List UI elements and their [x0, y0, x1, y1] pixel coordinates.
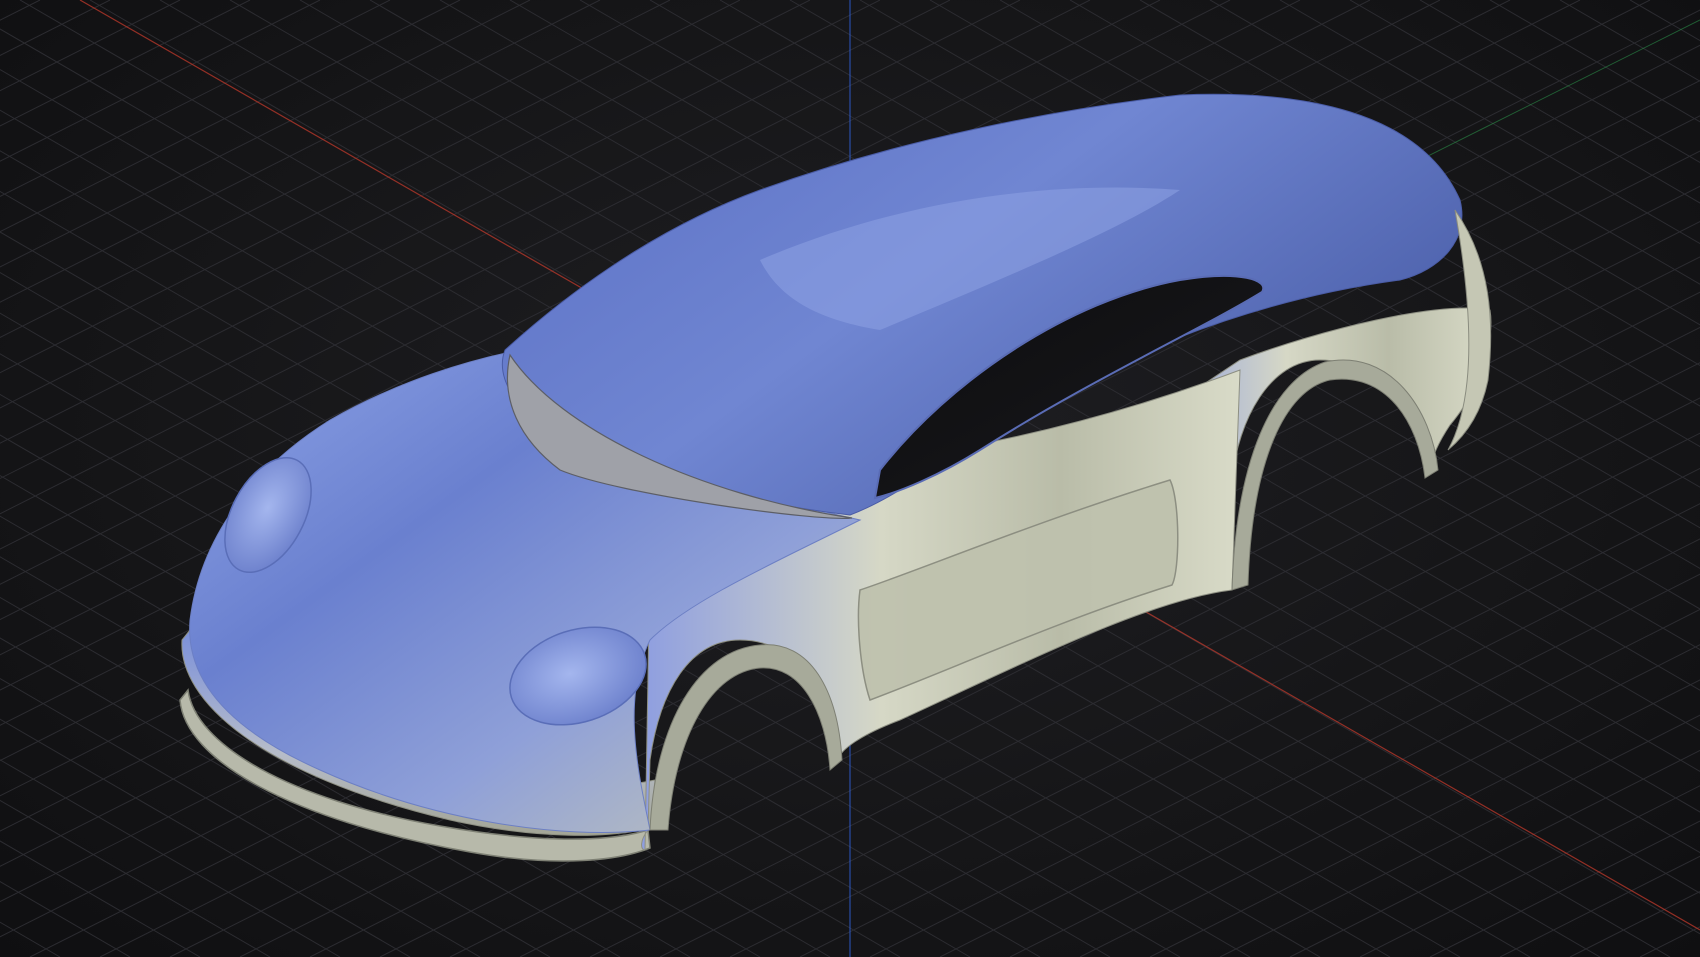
grid-line: [1639, 926, 1700, 957]
grid-line: [1499, 855, 1700, 957]
grid-line: [0, 0, 251, 127]
car-body-model[interactable]: [179, 93, 1492, 862]
grid-line: [1489, 0, 1700, 123]
grid-line: [0, 881, 131, 957]
viewport-scene[interactable]: [0, 0, 1700, 957]
grid-line: [0, 840, 201, 957]
grid-line: [0, 921, 61, 957]
grid-line: [0, 799, 271, 957]
grid-line: [0, 0, 181, 92]
grid-line: [1629, 0, 1700, 42]
3d-viewport[interactable]: [0, 0, 1700, 957]
grid-line: [0, 0, 111, 56]
grid-line: [1419, 0, 1700, 163]
